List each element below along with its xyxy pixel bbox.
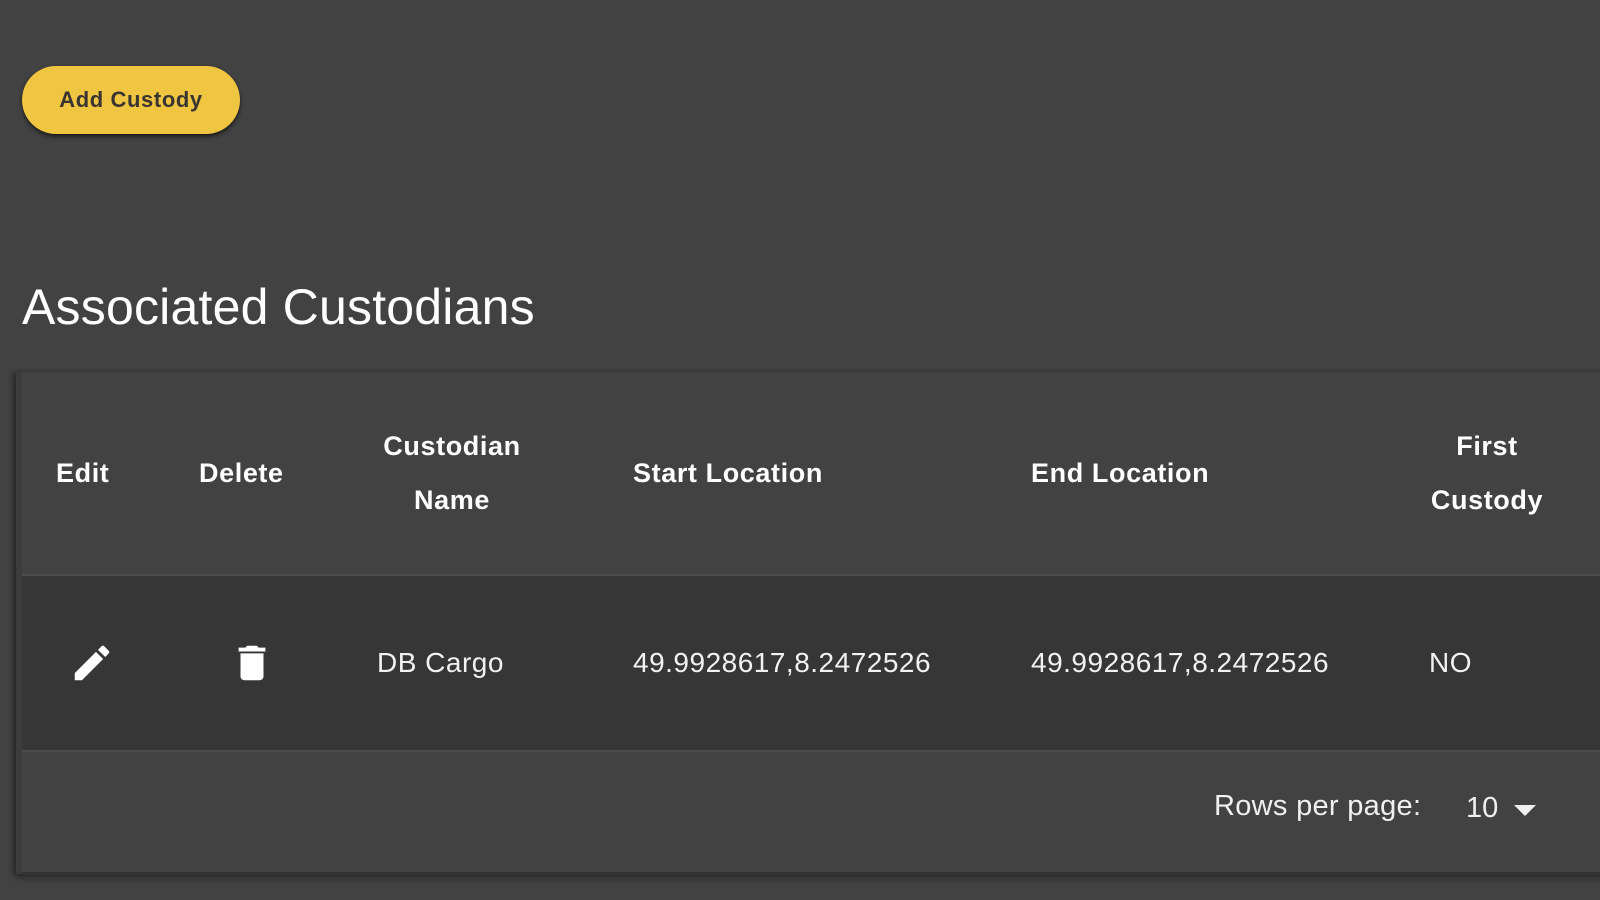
column-header-end-location[interactable]: End Location bbox=[1031, 372, 1209, 574]
column-header-label-line2: Name bbox=[414, 485, 490, 515]
column-header-label: End Location bbox=[1031, 458, 1210, 488]
rows-per-page-label: Rows per page: bbox=[1214, 790, 1422, 822]
column-header-edit[interactable]: Edit bbox=[56, 372, 109, 574]
edit-cell bbox=[62, 576, 122, 750]
column-header-label-line2: Custody bbox=[1430, 485, 1544, 515]
column-header-label: Delete bbox=[199, 458, 284, 488]
custodians-table: Edit Delete Custodian Name Start Locatio… bbox=[16, 372, 1600, 875]
column-header-label: Edit bbox=[56, 458, 110, 488]
page: Add Custody Associated Custodians Edit D… bbox=[0, 0, 1600, 900]
column-header-label: Start Location bbox=[633, 458, 823, 488]
column-header-label-line1: First bbox=[1456, 431, 1518, 461]
custodian-name-cell: DB Cargo bbox=[377, 647, 504, 678]
column-header-label-line1: Custodian bbox=[383, 431, 521, 461]
table-row: DB Cargo 49.9928617,8.2472526 49.9928617… bbox=[22, 576, 1600, 752]
delete-cell bbox=[222, 576, 282, 750]
pencil-icon bbox=[74, 645, 110, 681]
start-location-cell: 49.9928617,8.2472526 bbox=[633, 647, 932, 678]
column-header-first-custody[interactable]: First Custody bbox=[1412, 372, 1562, 574]
caret-down-icon bbox=[1514, 804, 1537, 816]
column-header-custodian-name[interactable]: Custodian Name bbox=[362, 372, 542, 574]
column-header-delete[interactable]: Delete bbox=[199, 372, 284, 574]
rows-per-page-select[interactable]: 10 bbox=[1466, 778, 1537, 838]
table-pagination: Rows per page: 10 bbox=[22, 752, 1600, 875]
edit-button[interactable] bbox=[62, 633, 122, 693]
section-title: Associated Custodians bbox=[22, 279, 535, 335]
column-header-start-location[interactable]: Start Location bbox=[633, 372, 823, 574]
delete-button[interactable] bbox=[222, 633, 282, 693]
table-header: Edit Delete Custodian Name Start Locatio… bbox=[22, 372, 1600, 576]
trash-icon bbox=[238, 645, 266, 681]
end-location-cell: 49.9928617,8.2472526 bbox=[1031, 647, 1330, 678]
rows-per-page-value: 10 bbox=[1466, 791, 1499, 824]
add-custody-button[interactable]: Add Custody bbox=[22, 66, 240, 134]
first-custody-cell: NO bbox=[1429, 647, 1472, 678]
